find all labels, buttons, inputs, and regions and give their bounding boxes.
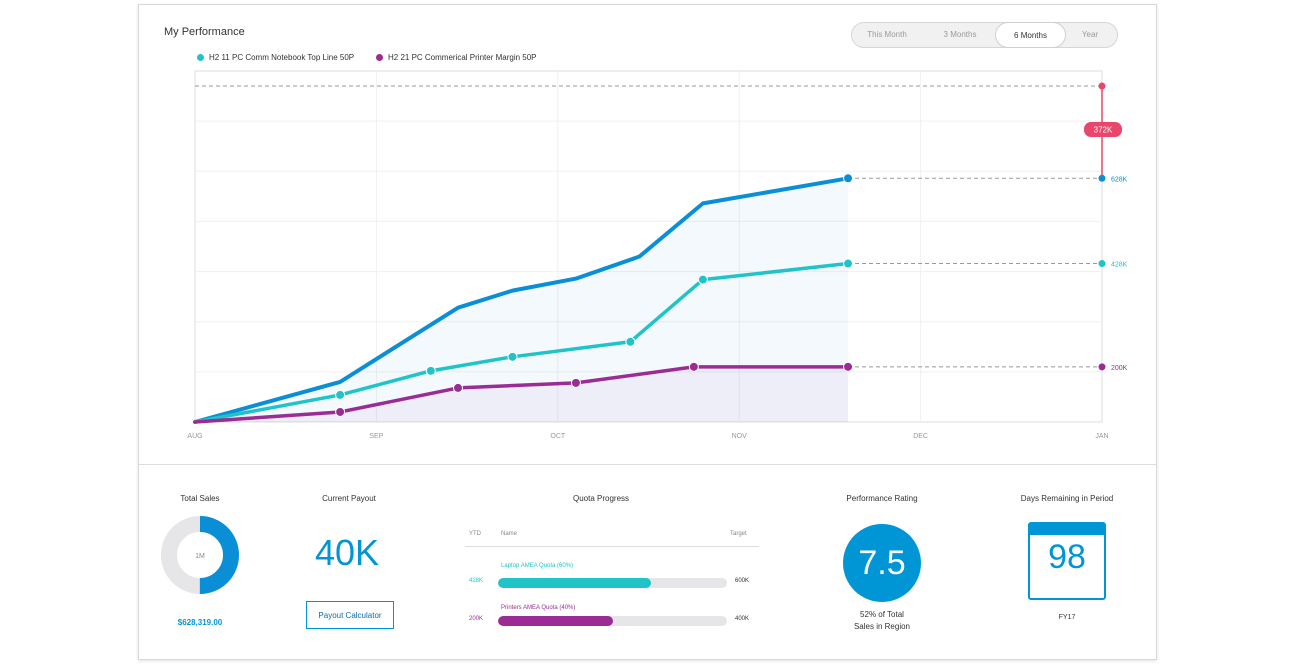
data-point — [625, 336, 636, 347]
performance-card: My Performance This Month 3 Months 6 Mon… — [138, 4, 1157, 660]
x-tick-label: SEP — [369, 433, 383, 440]
total-sales-label: Total Sales — [180, 494, 220, 503]
quota-row-ytd: 200K — [469, 616, 484, 622]
target-marker — [1098, 82, 1106, 90]
x-tick-label: JAN — [1095, 433, 1108, 440]
quota-row-name: Printers AMEA Quota (40%) — [501, 605, 576, 611]
payout-calculator-button[interactable]: Payout Calculator — [306, 601, 394, 629]
x-tick-label: AUG — [187, 433, 202, 440]
quota-header-name: Name — [501, 531, 518, 537]
x-tick-label: NOV — [732, 433, 748, 440]
quota-row-ytd: 428K — [469, 578, 484, 584]
days-remaining-value: 98 — [1048, 538, 1086, 576]
quota-row-target: 400K — [735, 616, 750, 622]
quota-row-target: 600K — [735, 578, 750, 584]
quota-progress-fill — [498, 616, 613, 626]
data-point — [843, 361, 854, 372]
total-sales-value: $628,319.00 — [177, 618, 223, 627]
current-payout-label: Current Payout — [322, 494, 376, 503]
rating-note-line: 52% of Total — [860, 610, 904, 619]
performance-rating-label: Performance Rating — [846, 494, 918, 503]
performance-rating-value: 7.5 — [843, 524, 921, 602]
donut-center-label: 1M — [195, 553, 205, 560]
projection-label: 200K — [1111, 365, 1128, 372]
projection-label: 628K — [1111, 176, 1128, 183]
current-payout-value: 40K — [314, 532, 380, 573]
calendar-icon: 98 — [1028, 522, 1106, 600]
quota-header-divider — [465, 546, 759, 547]
data-point — [688, 361, 699, 372]
x-tick-label: OCT — [550, 433, 566, 440]
days-remaining-label: Days Remaining in Period — [1020, 494, 1114, 503]
data-point — [697, 274, 708, 285]
quota-row-name: Laptop AMEA Quota (60%) — [501, 563, 574, 569]
calendar-header — [1030, 524, 1104, 535]
quota-progress-bar — [498, 616, 727, 626]
data-point — [570, 377, 581, 388]
x-tick-label: DEC — [913, 433, 928, 440]
data-point — [453, 382, 464, 393]
quota-header-ytd: YTD — [469, 531, 481, 537]
fiscal-year-caption: FY17 — [1058, 614, 1076, 621]
data-point — [507, 351, 518, 362]
projection-label: 428K — [1111, 262, 1128, 269]
target-badge-label: 372K — [1094, 126, 1113, 135]
data-point — [425, 365, 436, 376]
data-point — [335, 406, 346, 417]
data-point — [335, 389, 346, 400]
performance-rating-note: 52% of Total Sales in Region — [829, 609, 935, 633]
projection-marker — [1098, 174, 1106, 182]
quota-progress-label: Quota Progress — [572, 494, 630, 503]
projection-marker — [1098, 260, 1106, 268]
data-point — [843, 258, 854, 269]
rating-note-line: Sales in Region — [853, 622, 911, 631]
performance-chart: AUG SEP OCT NOV DEC JAN 372K 628K 428K 200K — [187, 70, 1128, 440]
total-sales-donut: 1M — [161, 516, 239, 594]
section-divider — [139, 464, 1156, 465]
projection-marker — [1098, 363, 1106, 371]
quota-header-target: Target — [730, 531, 747, 537]
quota-progress-fill — [498, 578, 652, 588]
data-point — [843, 173, 854, 184]
quota-progress-bar — [498, 578, 727, 588]
